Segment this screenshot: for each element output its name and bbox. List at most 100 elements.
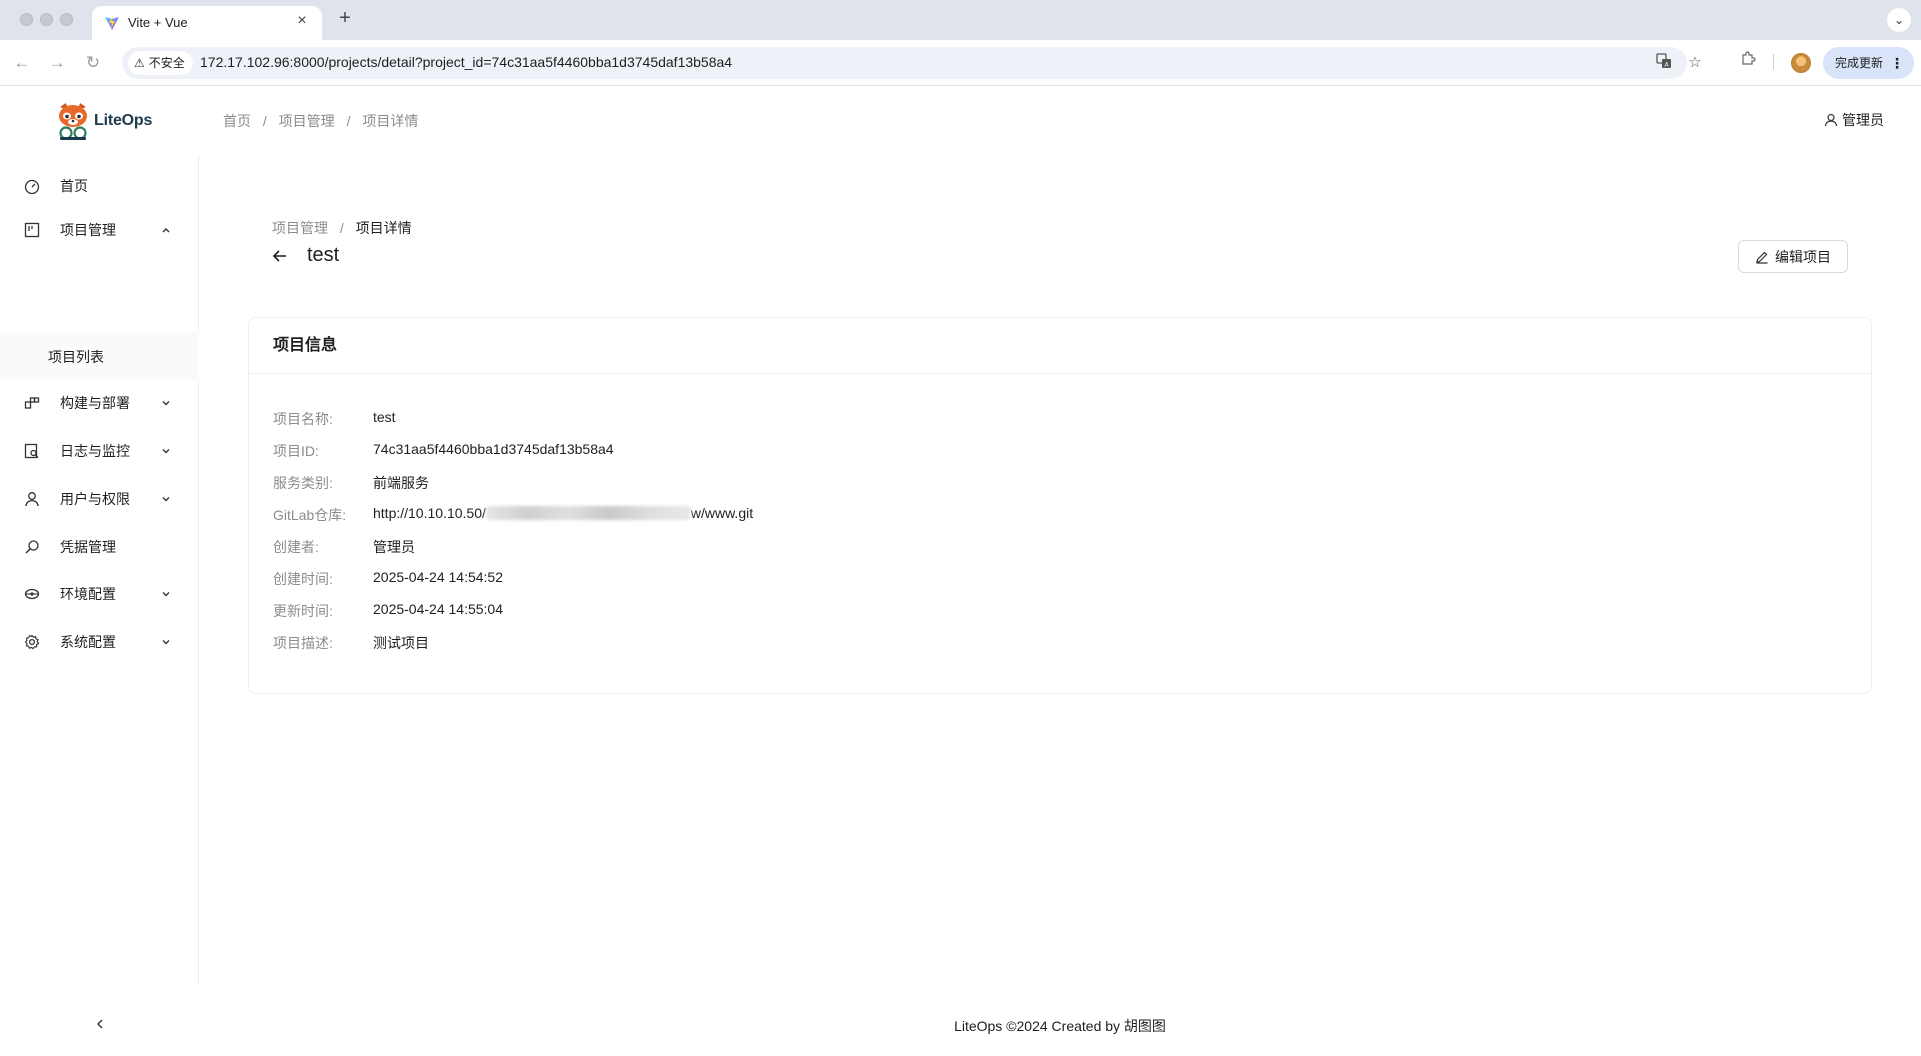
toolbar-divider [1773,54,1774,70]
field-label: 项目ID: [273,443,319,459]
sidebar-item-label: 构建与部署 [60,395,130,411]
user-icon [25,492,39,507]
redacted-blur [485,506,691,520]
breadcrumb-home-link[interactable]: 首页 [223,111,251,131]
repo-url-suffix: w/www.git [690,505,754,521]
footer-text: LiteOps ©2024 Created by 胡图图 [954,1018,1166,1034]
project-icon [24,222,40,238]
sidebar-item-user-permission[interactable]: 用户与权限 [0,477,199,521]
sidebar-item-label: 系统配置 [60,634,116,650]
card-title: 项目信息 [249,318,1871,374]
breadcrumb-projects-link[interactable]: 项目管理 [279,111,335,131]
page-title: test [307,244,340,266]
app-logo[interactable]: LiteOps [56,101,152,141]
field-value: 74c31aa5f4460bba1d3745daf13b58a4 [373,441,614,457]
back-arrow-icon[interactable] [270,246,290,266]
chevron-down-icon [162,640,170,645]
vite-logo-icon [105,16,119,30]
sidebar-item-build-deploy[interactable]: 构建与部署 [0,381,199,425]
window-close-button[interactable] [20,13,33,26]
breadcrumb-current: 项目详情 [362,113,419,129]
sidebar-item-label: 凭据管理 [60,539,116,555]
reload-icon[interactable]: ↻ [81,51,105,75]
app-root: LiteOps 首页 / 项目管理 / 项目详情 管理员 首页 项目管理 项目列… [0,87,1921,1056]
sidebar-item-label: 用户与权限 [60,491,130,507]
translate-icon[interactable]: A [1654,53,1674,73]
site-security-chip[interactable]: ⚠ 不安全 [128,51,193,75]
field-value: test [373,409,396,425]
bookmark-star-icon[interactable]: ☆ [1685,53,1705,73]
sidebar-item-label: 首页 [60,178,88,194]
window-zoom-button[interactable] [60,13,73,26]
edit-project-button[interactable]: 编辑项目 [1738,240,1848,273]
content-breadcrumb: 项目管理 / 项目详情 [272,218,412,238]
sidebar-item-label: 环境配置 [60,586,116,602]
logo-text: LiteOps [94,112,153,129]
update-button[interactable]: 完成更新 ⋮ [1823,47,1914,79]
repo-url-prefix: http://10.10.10.50/ [373,505,486,521]
sidebar-nav: 首页 项目管理 项目列表 构建与部署 日志与监控 用户与权限 凭据管理 环境配置… [0,155,199,985]
insecure-label: 不安全 [148,56,185,70]
dashboard-icon [24,179,40,194]
field-value: 2025-04-24 14:55:04 [373,601,503,617]
field-value: 测试项目 [373,635,429,651]
field-label: 创建时间: [273,571,333,587]
back-nav-icon[interactable]: ← [10,51,34,75]
sidebar-subitem-label: 项目列表 [48,349,104,365]
tab-search-chevron-down-icon[interactable]: ⌄ [1887,8,1911,32]
edit-pencil-icon [1756,251,1768,264]
sidebar-item-log-monitor[interactable]: 日志与监控 [0,429,199,473]
field-value: 前端服务 [373,475,429,491]
tab-close-icon[interactable]: × [292,12,312,30]
sidebar-item-environment[interactable]: 环境配置 [0,572,199,616]
browser-tab-strip: Vite + Vue × + ⌄ [0,0,1921,40]
url-text[interactable]: 172.17.102.96:8000/projects/detail?proje… [200,54,732,70]
credential-icon [25,540,39,554]
sidebar-item-system-settings[interactable]: 系统配置 [0,620,199,664]
address-bar[interactable]: ⚠ 不安全 172.17.102.96:8000/projects/detail?… [122,47,1702,79]
breadcrumb-separator: / [339,220,344,236]
sidebar-item-home[interactable]: 首页 [0,164,199,208]
sidebar-item-label: 日志与监控 [60,443,130,459]
browser-tab-active[interactable]: Vite + Vue × [92,6,322,40]
extensions-puzzle-icon[interactable] [1738,51,1758,71]
breadcrumb-separator: / [346,113,351,129]
sidebar-item-project-management[interactable]: 项目管理 [0,208,199,252]
field-label: 创建者: [273,539,319,555]
edit-project-label: 编辑项目 [1775,248,1831,265]
new-tab-button[interactable]: + [333,7,357,30]
chevron-down-icon [162,497,170,502]
sidebar-item-credentials[interactable]: 凭据管理 [0,525,199,569]
sidebar-subitem-project-list[interactable]: 项目列表 [0,332,199,380]
header-breadcrumb: 首页 / 项目管理 / 项目详情 [223,111,418,131]
user-icon [1824,113,1838,127]
field-label: 项目描述: [273,635,333,651]
field-value: 管理员 [373,539,415,555]
breadcrumb-separator: / [262,113,267,129]
chevron-down-icon [162,401,170,406]
chevron-down-icon [162,592,170,597]
sidebar-item-label: 项目管理 [60,222,116,238]
chevron-up-icon [162,228,170,233]
field-label: 项目名称: [273,411,333,427]
user-name: 管理员 [1842,112,1884,128]
field-value: 2025-04-24 14:54:52 [373,569,503,585]
tab-title: Vite + Vue [128,15,188,30]
update-label: 完成更新 [1835,56,1884,70]
breadcrumb-current: 项目详情 [355,220,412,236]
log-monitor-icon [24,443,39,459]
warning-triangle-icon: ⚠ [134,56,145,70]
more-menu-icon: ⋮ [1890,55,1904,71]
field-label: 服务类别: [273,475,333,491]
field-value: http://10.10.10.50/w/www.git [373,505,753,521]
browser-toolbar: ← → ↻ ⚠ 不安全 172.17.102.96:8000/projects/d… [0,40,1921,86]
field-label: 更新时间: [273,603,333,619]
chevron-down-icon [162,449,170,454]
red-panda-logo-icon [59,103,87,140]
window-minimize-button[interactable] [40,13,53,26]
field-label: GitLab仓库: [273,507,347,523]
user-menu[interactable]: 管理员 [1824,110,1884,130]
breadcrumb-projects-link[interactable]: 项目管理 [272,220,328,236]
profile-avatar[interactable] [1791,53,1811,73]
forward-nav-icon[interactable]: → [45,51,69,75]
